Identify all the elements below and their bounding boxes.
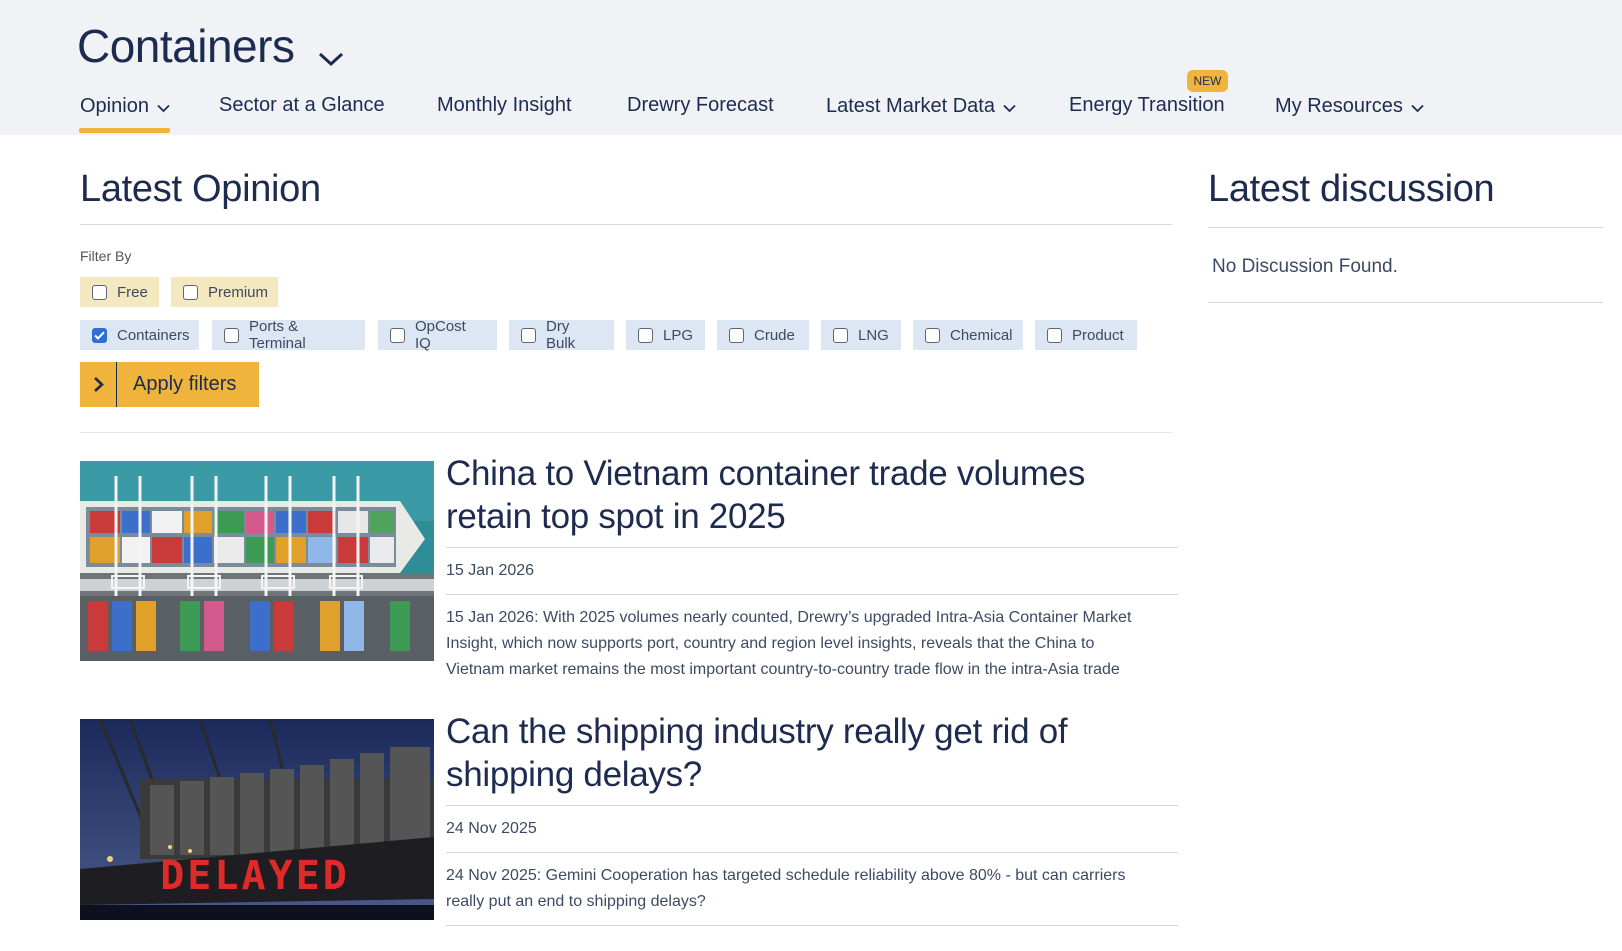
checkbox[interactable] (521, 327, 536, 343)
section-nav: Opinion Sector at a Glance Monthly Insig… (0, 88, 1622, 135)
divider (1208, 227, 1603, 228)
filter-premium[interactable]: Premium (171, 277, 278, 307)
filter-label: Chemical (950, 326, 1013, 344)
excerpt-line: Insight, which now supports port, countr… (446, 635, 1095, 652)
nav-label: My Resources (1275, 95, 1403, 117)
checkbox-checked[interactable] (92, 327, 107, 343)
divider (80, 224, 1172, 225)
chevron-down-icon (1411, 96, 1424, 119)
checkbox[interactable] (92, 284, 107, 300)
checkbox[interactable] (1047, 327, 1062, 343)
active-tab-indicator (79, 128, 170, 133)
apply-filters-button[interactable]: Apply filters (80, 362, 259, 407)
filter-label: Ports & Terminal (249, 318, 306, 352)
article-thumbnail[interactable] (80, 461, 434, 661)
nav-opinion[interactable]: Opinion (80, 94, 170, 119)
article-date: 15 Jan 2026 (446, 562, 535, 579)
nav-label: Monthly Insight (437, 94, 572, 116)
nav-my-resources[interactable]: My Resources (1275, 94, 1424, 119)
nav-label: Latest Market Data (826, 95, 995, 117)
article-thumbnail[interactable]: DELAYED (80, 719, 434, 920)
delayed-sign-text: DELAYED (160, 853, 350, 899)
nav-label: Opinion (80, 95, 149, 117)
excerpt-line: 24 Nov 2025: Gemini Cooperation has targ… (446, 867, 1126, 884)
filter-label: OpCost IQ (415, 318, 466, 352)
filter-label: Premium (208, 283, 269, 301)
article-title[interactable]: China to Vietnam container trade volumes… (446, 452, 1085, 538)
article-excerpt: 15 Jan 2026: With 2025 volumes nearly co… (446, 605, 1131, 683)
checkbox[interactable] (224, 327, 239, 343)
excerpt-line: really put an end to shipping delays? (446, 893, 706, 910)
chevron-right-icon (80, 362, 117, 407)
checkbox[interactable] (729, 327, 744, 343)
article-date: 24 Nov 2025 (446, 820, 537, 837)
filter-label: Filter By (80, 248, 132, 264)
checkbox[interactable] (925, 327, 940, 343)
filter-lpg[interactable]: LPG (626, 320, 705, 350)
article-title-line: shipping delays? (446, 755, 702, 794)
nav-label: Sector at a Glance (219, 94, 385, 116)
nav-drewry-forecast[interactable]: Drewry Forecast (627, 94, 774, 117)
chevron-down-icon (157, 96, 170, 119)
apply-filters-label: Apply filters (133, 373, 237, 395)
section-title: Containers (77, 20, 295, 72)
filter-dry-bulk[interactable]: Dry Bulk (509, 318, 614, 352)
excerpt-line: Vietnam market remains the most importan… (446, 661, 1120, 678)
article-title-line: Can the shipping industry really get rid… (446, 712, 1068, 751)
nav-label: Drewry Forecast (627, 94, 774, 116)
nav-label: Energy Transition (1069, 94, 1225, 116)
filter-label: Containers (117, 326, 190, 344)
divider (446, 805, 1178, 806)
nav-latest-market-data[interactable]: Latest Market Data (826, 94, 1016, 119)
divider (446, 594, 1178, 595)
filter-crude[interactable]: Crude (717, 320, 809, 350)
delayed-ship-night-image: DELAYED (80, 719, 434, 920)
filter-containers[interactable]: Containers (80, 320, 199, 350)
article-title-line: retain top spot in 2025 (446, 497, 786, 536)
filter-label: LPG (663, 326, 694, 344)
filter-free[interactable]: Free (80, 277, 159, 307)
divider (80, 432, 1172, 433)
nav-sector-at-a-glance[interactable]: Sector at a Glance (219, 94, 385, 117)
filter-label: LNG (858, 326, 889, 344)
article-title-line: China to Vietnam container trade volumes (446, 454, 1086, 493)
nav-energy-transition[interactable]: Energy Transition (1069, 94, 1225, 117)
empty-state-text: No Discussion Found. (1212, 256, 1398, 277)
filter-lng[interactable]: LNG (821, 320, 901, 350)
checkbox[interactable] (638, 327, 653, 343)
excerpt-line: 15 Jan 2026: With 2025 volumes nearly co… (446, 609, 1132, 626)
article-excerpt: 24 Nov 2025: Gemini Cooperation has targ… (446, 863, 1126, 915)
checkbox[interactable] (390, 327, 405, 343)
filter-label: Dry Bulk (546, 318, 576, 352)
chevron-down-icon (1003, 96, 1016, 119)
chevron-down-icon (318, 24, 344, 78)
check-icon (94, 331, 105, 340)
sidebar-title: Latest discussion (1208, 168, 1495, 210)
top-header: Containers Opinion Sector at a Glance Mo… (0, 0, 1622, 135)
article-title[interactable]: Can the shipping industry really get rid… (446, 710, 1068, 796)
divider (446, 547, 1178, 548)
checkbox[interactable] (183, 284, 198, 300)
divider (446, 925, 1178, 926)
page-title: Latest Opinion (80, 168, 321, 210)
section-selector[interactable]: Containers (77, 14, 344, 78)
filter-ports-terminal[interactable]: Ports & Terminal (212, 318, 365, 352)
divider (446, 852, 1178, 853)
filter-opcost-iq[interactable]: OpCost IQ (378, 318, 497, 352)
new-badge: NEW (1187, 70, 1228, 92)
container-ship-aerial-image (80, 461, 434, 661)
filter-product[interactable]: Product (1035, 320, 1137, 350)
filter-label: Product (1072, 326, 1124, 344)
checkbox[interactable] (833, 327, 848, 343)
divider (1208, 302, 1603, 303)
filter-label: Crude (754, 326, 795, 344)
filter-label: Free (117, 283, 148, 301)
nav-monthly-insight[interactable]: Monthly Insight (437, 94, 572, 117)
filter-chemical[interactable]: Chemical (913, 320, 1023, 350)
